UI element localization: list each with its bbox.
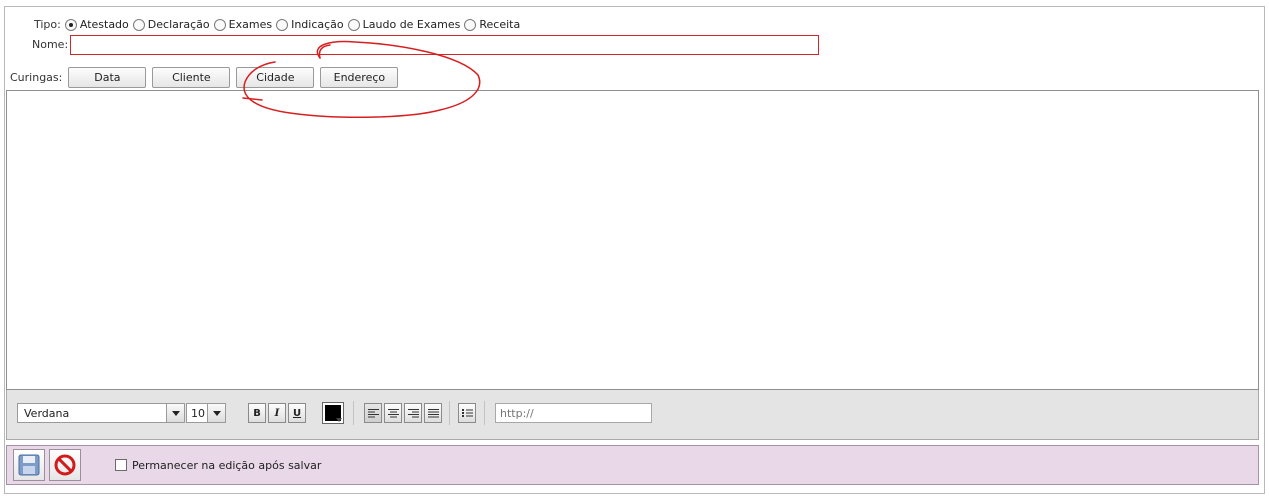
- font-family-select[interactable]: Verdana: [17, 403, 185, 423]
- no-entry-icon: [54, 454, 76, 476]
- radio-circle[interactable]: [347, 18, 360, 31]
- toolbar-divider: [353, 401, 354, 425]
- keep-editing-checkbox[interactable]: [115, 459, 127, 471]
- curingas-label: Curingas:: [10, 71, 63, 84]
- wildcard-cidade-button[interactable]: Cidade: [236, 67, 315, 88]
- chevron-down-icon: [336, 418, 342, 422]
- toolbar-divider: [484, 401, 485, 425]
- form-footer-bar: Permanecer na edição após salvar: [6, 445, 1259, 485]
- floppy-disk-icon: [18, 454, 40, 476]
- align-center-button[interactable]: [384, 403, 402, 423]
- align-right-icon: [407, 409, 419, 418]
- wildcard-cliente-button[interactable]: Cliente: [152, 67, 231, 88]
- font-size-value: 10: [191, 406, 205, 420]
- cancel-button[interactable]: [49, 449, 81, 481]
- link-url-input[interactable]: [495, 403, 652, 423]
- editor-toolbar: Verdana 10 B I U: [6, 390, 1259, 440]
- tipo-label: Tipo:: [34, 18, 61, 31]
- nome-input[interactable]: [70, 35, 819, 55]
- bullet-list-button[interactable]: [458, 403, 476, 423]
- radio-receita[interactable]: Receita: [464, 18, 520, 31]
- radio-declaracao[interactable]: Declaração: [132, 18, 210, 31]
- save-button[interactable]: [13, 449, 45, 481]
- align-left-icon: [367, 409, 379, 418]
- radio-circle[interactable]: [64, 18, 77, 31]
- radio-label: Declaração: [147, 18, 210, 31]
- radio-label: Receita: [479, 18, 521, 31]
- rich-text-editor-area[interactable]: [6, 90, 1259, 390]
- align-center-icon: [387, 409, 399, 418]
- curingas-row: Curingas: Data Cliente Cidade Endereço: [10, 67, 404, 88]
- radio-laudo-de-exames[interactable]: Laudo de Exames: [347, 18, 461, 31]
- toolbar-divider: [449, 401, 450, 425]
- align-justify-button[interactable]: [424, 403, 442, 423]
- radio-label: Atestado: [79, 18, 129, 31]
- keep-editing-label: Permanecer na edição após salvar: [132, 459, 322, 472]
- nome-label: Nome:: [32, 38, 69, 51]
- nome-row: Nome:: [32, 38, 68, 51]
- text-color-button[interactable]: [322, 402, 344, 424]
- radio-indicacao[interactable]: Indicação: [276, 18, 344, 31]
- radio-circle[interactable]: [132, 18, 145, 31]
- tipo-radio-group: Atestado Declaração Exames Indicação Lau…: [61, 18, 520, 31]
- font-size-select[interactable]: 10: [186, 403, 226, 423]
- chevron-down-icon[interactable]: [166, 404, 184, 422]
- tipo-row: Tipo: Atestado Declaração Exames Indicaç…: [34, 18, 520, 31]
- wildcard-data-button[interactable]: Data: [68, 67, 147, 88]
- font-family-value: Verdana: [24, 406, 70, 420]
- bold-button[interactable]: B: [248, 403, 266, 423]
- align-right-button[interactable]: [404, 403, 422, 423]
- radio-circle[interactable]: [276, 18, 289, 31]
- radio-circle[interactable]: [464, 18, 477, 31]
- bullet-list-icon: [461, 409, 473, 417]
- chevron-down-icon[interactable]: [207, 404, 225, 422]
- italic-button[interactable]: I: [268, 403, 286, 423]
- underline-button[interactable]: U: [288, 403, 306, 423]
- radio-label: Indicação: [291, 18, 344, 31]
- align-justify-icon: [427, 409, 439, 418]
- align-left-button[interactable]: [364, 403, 382, 423]
- radio-atestado[interactable]: Atestado: [64, 18, 129, 31]
- radio-exames[interactable]: Exames: [213, 18, 273, 31]
- radio-label: Exames: [228, 18, 273, 31]
- radio-circle[interactable]: [213, 18, 226, 31]
- radio-label: Laudo de Exames: [362, 18, 461, 31]
- wildcard-endereco-button[interactable]: Endereço: [320, 67, 399, 88]
